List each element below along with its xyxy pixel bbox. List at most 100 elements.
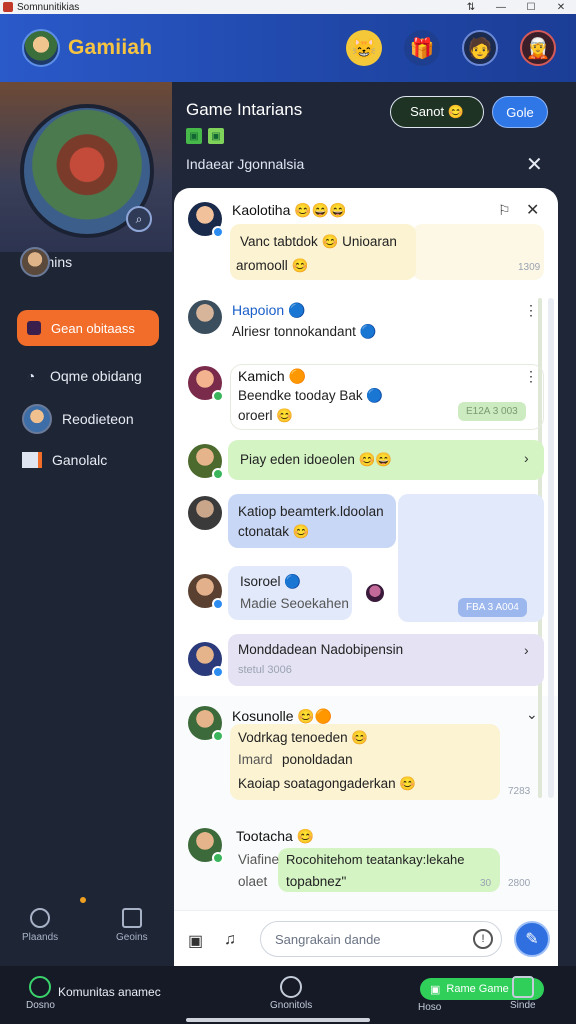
nav-label: Hoso — [418, 1002, 442, 1013]
online-indicator — [212, 390, 224, 402]
sidebar-footer-coins[interactable]: Geoins — [116, 908, 148, 943]
home-icon — [29, 976, 52, 998]
primary-button[interactable]: Gole — [492, 96, 548, 128]
nav-title: Komunitas anamec — [58, 985, 161, 999]
message-author: Isoroel 🔵 — [240, 574, 302, 589]
info-icon[interactable]: ! — [473, 929, 493, 949]
game-icon — [27, 321, 41, 335]
chat-panel: Kaolotiha 😊😄😄 ⚐ ✕ Vanc tabtdok 😊 Unioara… — [174, 188, 558, 966]
message-text: Viafine — [238, 852, 280, 867]
attachment-icon[interactable]: ▣ — [188, 931, 203, 951]
online-indicator — [212, 468, 224, 480]
close-icon[interactable]: ✕ — [526, 200, 539, 220]
message-time: 1309 — [518, 262, 541, 273]
app-icon — [3, 2, 13, 12]
message-text: Vanc tabtdok 😊 Unioaran — [240, 234, 397, 249]
sidebar: ⌕ Gtomins Gean obitaass ◔ Oqme obidang R… — [0, 82, 172, 966]
message-time: stetul 3006 — [238, 664, 292, 676]
message-text: olaet — [238, 874, 268, 889]
edit-badge-icon[interactable]: ⌕ — [126, 206, 152, 232]
message-text: aromooll 😊 — [236, 258, 309, 273]
badge-icon: ▣ — [186, 128, 202, 144]
bell-icon[interactable]: ♫ — [224, 931, 236, 949]
chevron-right-icon[interactable]: › — [524, 642, 529, 658]
bottom-nav: Dosno Komunitas anamec Gnonitols ▣ Rame … — [0, 966, 576, 1024]
avatar[interactable] — [188, 574, 224, 610]
message-text: Vodrkag tenoeden 😊 — [238, 730, 369, 745]
avatar[interactable] — [188, 828, 224, 864]
message-time-chip: E12A 3 003 — [458, 402, 526, 421]
message-text: Imard — [238, 752, 273, 767]
profile-avatar-2-icon[interactable]: 🧝 — [520, 30, 556, 66]
sidebar-footer-players[interactable]: Plaands — [22, 908, 58, 943]
flag-icon[interactable]: ⚐ — [498, 202, 511, 219]
chevron-right-icon[interactable]: › — [524, 450, 529, 466]
message-author: Kosunolle 😊🟠 — [232, 708, 333, 724]
profile-avatar-icon[interactable]: 🧑 — [462, 30, 498, 66]
message-time: 2800 — [508, 878, 531, 889]
brand-title: Gamiiah — [68, 36, 153, 59]
avatar[interactable] — [188, 706, 224, 742]
player-icon — [30, 908, 51, 928]
sidebar-item-active[interactable]: Gean obitaass — [17, 310, 159, 346]
bars-icon — [22, 452, 42, 468]
nav-pill-label: Rame Game — [446, 983, 509, 995]
message-time: 30 — [480, 878, 492, 889]
scrollbar[interactable] — [548, 298, 554, 798]
secondary-button[interactable]: Sanot 😊 — [390, 96, 484, 128]
app-header: Gamiiah 😸 🎁 🧑 🧝 — [0, 14, 576, 82]
avatar[interactable] — [188, 496, 222, 530]
message-author: Hapoion 🔵 — [232, 302, 306, 318]
message-text: oroerl 😊 — [238, 408, 294, 423]
chevron-down-icon[interactable]: ⌄ — [526, 706, 538, 723]
avatar[interactable] — [188, 642, 224, 678]
restore-icon[interactable]: ⇅ — [456, 2, 486, 13]
message-text: Monddadean Nadobipensin — [238, 642, 404, 657]
avatar[interactable] — [188, 202, 224, 238]
online-indicator — [212, 226, 224, 238]
header-icons: 😸 🎁 🧑 🧝 — [346, 30, 556, 66]
online-indicator — [212, 598, 224, 610]
nav-item-home2[interactable]: Hoso — [418, 1002, 441, 1013]
avatar[interactable] — [188, 366, 224, 402]
sidebar-item-label: Oqme obidang — [50, 368, 142, 384]
message-text: topabnez" — [286, 874, 347, 889]
nav-label: Sinde — [510, 1000, 536, 1011]
message-input[interactable]: Sangrakain dande ! — [260, 921, 502, 957]
message-author: Tootacha 😊 — [236, 828, 315, 844]
message-text: Piay eden idoeolen 😊😄 — [240, 452, 393, 467]
sidebar-item-label: Reodieteon — [62, 411, 134, 427]
avatar[interactable] — [188, 444, 224, 480]
message-text: Beendke tooday Bak 🔵 — [238, 388, 384, 403]
avatar[interactable] — [188, 300, 222, 334]
compass-icon — [280, 976, 303, 998]
message-time: 7283 — [508, 786, 531, 797]
main-panel: Game Intarians ▣ ▣ Indaear Jgonnalsia Sa… — [172, 82, 576, 966]
brand-avatar[interactable] — [22, 29, 60, 67]
close-icon[interactable]: ✕ — [526, 152, 543, 177]
close-button[interactable]: ✕ — [546, 2, 576, 13]
send-button[interactable]: ✎ — [514, 921, 550, 957]
sidebar-user[interactable]: Gtomins — [20, 247, 72, 277]
nav-label: Dosno — [26, 1000, 55, 1011]
minimize-button[interactable]: — — [486, 2, 516, 13]
message-author: Kaolotiha 😊😄😄 — [232, 202, 347, 218]
sidebar-item-2[interactable]: Reodieteon — [22, 404, 134, 434]
sidebar-item-1[interactable]: ◔ Oqme obidang — [22, 367, 142, 385]
nav-item-share[interactable]: Sinde — [510, 976, 536, 1011]
game-icon: ▣ — [430, 983, 441, 996]
avatar[interactable] — [366, 584, 384, 602]
nav-item-community[interactable]: Gnonitols — [270, 976, 312, 1011]
sidebar-footer-label: Geoins — [116, 932, 148, 943]
maximize-button[interactable]: ☐ — [516, 2, 546, 13]
nav-item-home[interactable]: Dosno — [26, 976, 55, 1011]
message-text: Madie Seoekahen — [240, 596, 349, 611]
emoji-avatar-icon[interactable]: 😸 — [346, 30, 382, 66]
gift-icon[interactable]: 🎁 — [404, 30, 440, 66]
message-text: Kaoiap soatagongaderkan 😊 — [238, 776, 417, 791]
sidebar-item-3[interactable]: Ganolalc — [22, 452, 107, 468]
page-subtitle: Indaear Jgonnalsia — [186, 156, 305, 172]
more-options-icon[interactable]: ⋮ — [524, 302, 538, 319]
message-text: Katiop beamterk.ldoolan — [238, 504, 384, 519]
message-time-chip: FBA 3 A004 — [458, 598, 527, 617]
